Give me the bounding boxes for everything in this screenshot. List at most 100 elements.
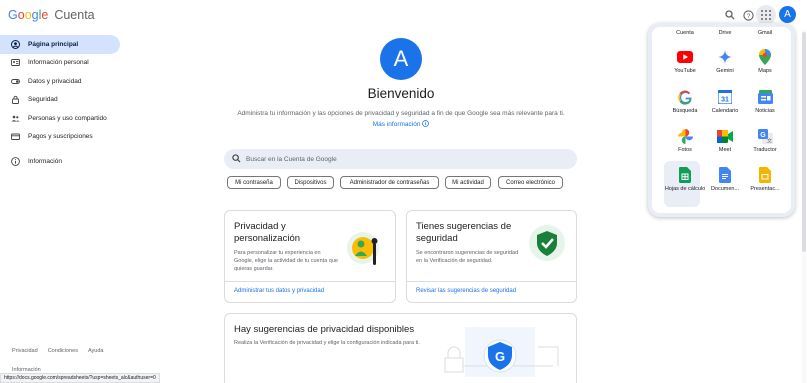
sidebar-item-label: Información personal xyxy=(28,59,89,67)
lock-icon xyxy=(11,95,20,105)
card-description: Para personalizar tu experiencia en Goog… xyxy=(234,250,338,272)
youtube-icon xyxy=(677,49,693,65)
app-youtube[interactable]: YouTube xyxy=(664,49,706,75)
app-maps[interactable]: Maps xyxy=(744,49,786,75)
search-icon[interactable] xyxy=(722,7,738,23)
footer-link-privacy[interactable]: Privacidad xyxy=(12,348,38,354)
sidebar-item-payments[interactable]: Pagos y suscripciones xyxy=(0,128,120,147)
footer-links: Privacidad Condiciones Ayuda xyxy=(12,348,103,354)
app-translate[interactable]: G文 Traductor xyxy=(744,128,786,154)
app-photos[interactable]: Fotos xyxy=(664,128,706,154)
sidebar-item-people-sharing[interactable]: Personas y uso compartido xyxy=(0,109,120,128)
info-icon xyxy=(422,120,430,128)
account-avatar[interactable]: A xyxy=(779,6,796,23)
card-divider xyxy=(225,281,395,282)
card-divider xyxy=(407,281,576,282)
google-account-logo[interactable]: Google Cuenta xyxy=(8,8,95,22)
sidebar-item-security[interactable]: Seguridad xyxy=(0,91,120,110)
news-icon xyxy=(757,89,773,105)
app-drive-label[interactable]: Drive xyxy=(704,30,746,36)
app-gmail-label[interactable]: Gmail xyxy=(744,30,786,36)
welcome-heading: Bienvenido xyxy=(367,86,435,101)
logo-wordmark: Google xyxy=(8,8,49,22)
sidebar-item-label: Datos y privacidad xyxy=(28,77,82,85)
app-slides[interactable]: Presentac... xyxy=(744,167,786,193)
shield-check-icon xyxy=(528,224,566,267)
card-description: Realiza la Verificación de privacidad y … xyxy=(234,340,420,346)
sidebar-item-home[interactable]: Página principal xyxy=(0,35,120,54)
app-calendar[interactable]: 31 Calendario xyxy=(704,89,746,115)
svg-text:G: G xyxy=(760,131,766,138)
google-apps-panel: Cuenta Drive Gmail YouTube Gemini Maps B… xyxy=(648,23,795,217)
link-status-bar: https://docs.google.com/spreadsheets/?us… xyxy=(0,373,160,383)
footer-link-help[interactable]: Ayuda xyxy=(88,348,104,354)
sidebar-item-data-privacy[interactable]: Datos y privacidad xyxy=(0,72,120,91)
calendar-icon: 31 xyxy=(717,89,733,105)
docs-icon xyxy=(717,167,733,183)
gemini-icon xyxy=(717,49,733,65)
app-next-row-partial-icon[interactable] xyxy=(678,208,688,213)
welcome-subtitle: Administra tu información y las opciones… xyxy=(237,110,565,117)
chip-my-password[interactable]: Mi contraseña xyxy=(227,176,281,189)
more-info-label: Más información xyxy=(372,121,421,128)
profile-avatar[interactable]: A xyxy=(380,38,422,80)
sidebar-item-label: Personas y uso compartido xyxy=(28,114,107,122)
privacy-shield-illustration-icon: G xyxy=(443,322,563,383)
app-docs[interactable]: Documen... xyxy=(704,167,746,193)
sheets-icon xyxy=(677,167,693,183)
review-security-link[interactable]: Revisar las sugerencias de seguridad xyxy=(416,288,516,294)
privacy-illustration-icon xyxy=(346,229,384,274)
sidebar-item-personal-info[interactable]: Información personal xyxy=(0,54,120,73)
apps-grid-icon xyxy=(761,10,771,20)
translate-icon: G文 xyxy=(757,128,773,144)
svg-text:?: ? xyxy=(746,12,750,19)
toggle-icon xyxy=(11,77,20,86)
card-title: Tienes sugerencias de seguridad xyxy=(416,221,512,244)
more-info-link[interactable]: Más información xyxy=(300,120,502,128)
slides-icon xyxy=(757,167,773,183)
privacy-personalization-card[interactable]: Privacidad y personalización Para person… xyxy=(224,210,396,303)
sidebar-item-label: Página principal xyxy=(28,40,79,48)
app-news[interactable]: Noticias xyxy=(744,89,786,115)
account-circle-icon xyxy=(11,39,20,49)
page-scrollbar[interactable] xyxy=(802,30,806,383)
security-suggestions-card[interactable]: Tienes sugerencias de seguridad Se encon… xyxy=(406,210,577,303)
sidebar-nav: Página principal Información personal Da… xyxy=(0,35,120,171)
chip-devices[interactable]: Dispositivos xyxy=(287,176,334,189)
sidebar-item-about[interactable]: Información xyxy=(0,152,120,171)
svg-text:G: G xyxy=(495,349,505,364)
manage-data-privacy-link[interactable]: Administrar tus datos y privacidad xyxy=(234,288,324,294)
app-meet[interactable]: Meet xyxy=(704,128,746,154)
card-title: Hay sugerencias de privacidad disponible… xyxy=(234,324,415,335)
people-icon xyxy=(11,114,20,123)
search-icon xyxy=(232,153,241,165)
chip-password-manager[interactable]: Administrador de contraseñas xyxy=(340,176,439,189)
app-gemini[interactable]: Gemini xyxy=(704,49,746,75)
maps-icon xyxy=(757,49,773,65)
card-description: Se encontraron sugerencias de seguridad … xyxy=(416,250,519,264)
search-input[interactable] xyxy=(246,155,546,163)
id-card-icon xyxy=(11,58,20,67)
privacy-suggestions-card[interactable]: Hay sugerencias de privacidad disponible… xyxy=(224,313,577,383)
photos-icon xyxy=(677,128,693,144)
google-search-icon xyxy=(677,89,693,105)
sidebar-item-label: Pagos y suscripciones xyxy=(28,133,93,141)
chip-email[interactable]: Correo electrónico xyxy=(498,176,563,189)
help-icon[interactable]: ? xyxy=(740,7,756,23)
app-account-label[interactable]: Cuenta xyxy=(664,30,706,36)
app-search[interactable]: Búsqueda xyxy=(664,89,706,115)
apps-panel-content: Cuenta Drive Gmail YouTube Gemini Maps B… xyxy=(652,27,791,213)
svg-text:31: 31 xyxy=(721,97,729,104)
card-title: Privacidad y personalización xyxy=(234,221,301,244)
account-search-bar[interactable] xyxy=(224,149,577,169)
svg-text:文: 文 xyxy=(766,137,771,144)
app-sheets[interactable]: Hojas de cálculo xyxy=(664,167,706,193)
chip-my-activity[interactable]: Mi actividad xyxy=(445,176,491,189)
credit-card-icon xyxy=(11,132,20,141)
google-apps-button[interactable] xyxy=(756,5,776,25)
page-scrollbar-thumb[interactable] xyxy=(802,32,806,252)
sidebar-item-label: Información xyxy=(28,157,62,165)
apps-panel-scrollbar[interactable] xyxy=(793,29,795,209)
footer-link-terms[interactable]: Condiciones xyxy=(48,348,78,354)
meet-icon xyxy=(717,128,733,144)
